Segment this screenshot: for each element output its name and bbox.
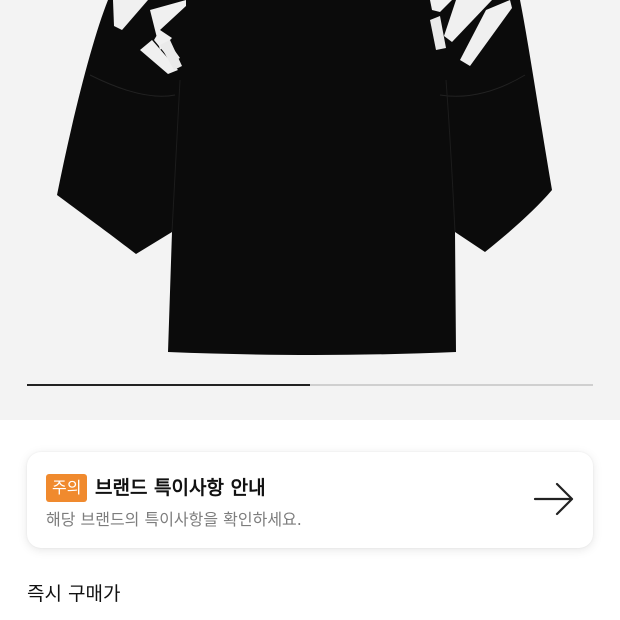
arrow-right-icon[interactable] bbox=[533, 482, 575, 516]
carousel-progress-fill bbox=[27, 384, 310, 386]
caution-badge: 주의 bbox=[46, 474, 88, 502]
notice-description: 해당 브랜드의 특이사항을 확인하세요. bbox=[46, 510, 302, 529]
brand-notice-card[interactable]: 주의 브랜드 특이사항 안내 해당 브랜드의 특이사항을 확인하세요. bbox=[27, 452, 593, 548]
product-image-area[interactable] bbox=[0, 0, 620, 420]
instant-buy-price-label: 즉시 구매가 bbox=[27, 583, 121, 605]
carousel-progress-track bbox=[27, 384, 593, 386]
product-image bbox=[57, 0, 552, 355]
notice-title: 브랜드 특이사항 안내 bbox=[95, 477, 266, 499]
